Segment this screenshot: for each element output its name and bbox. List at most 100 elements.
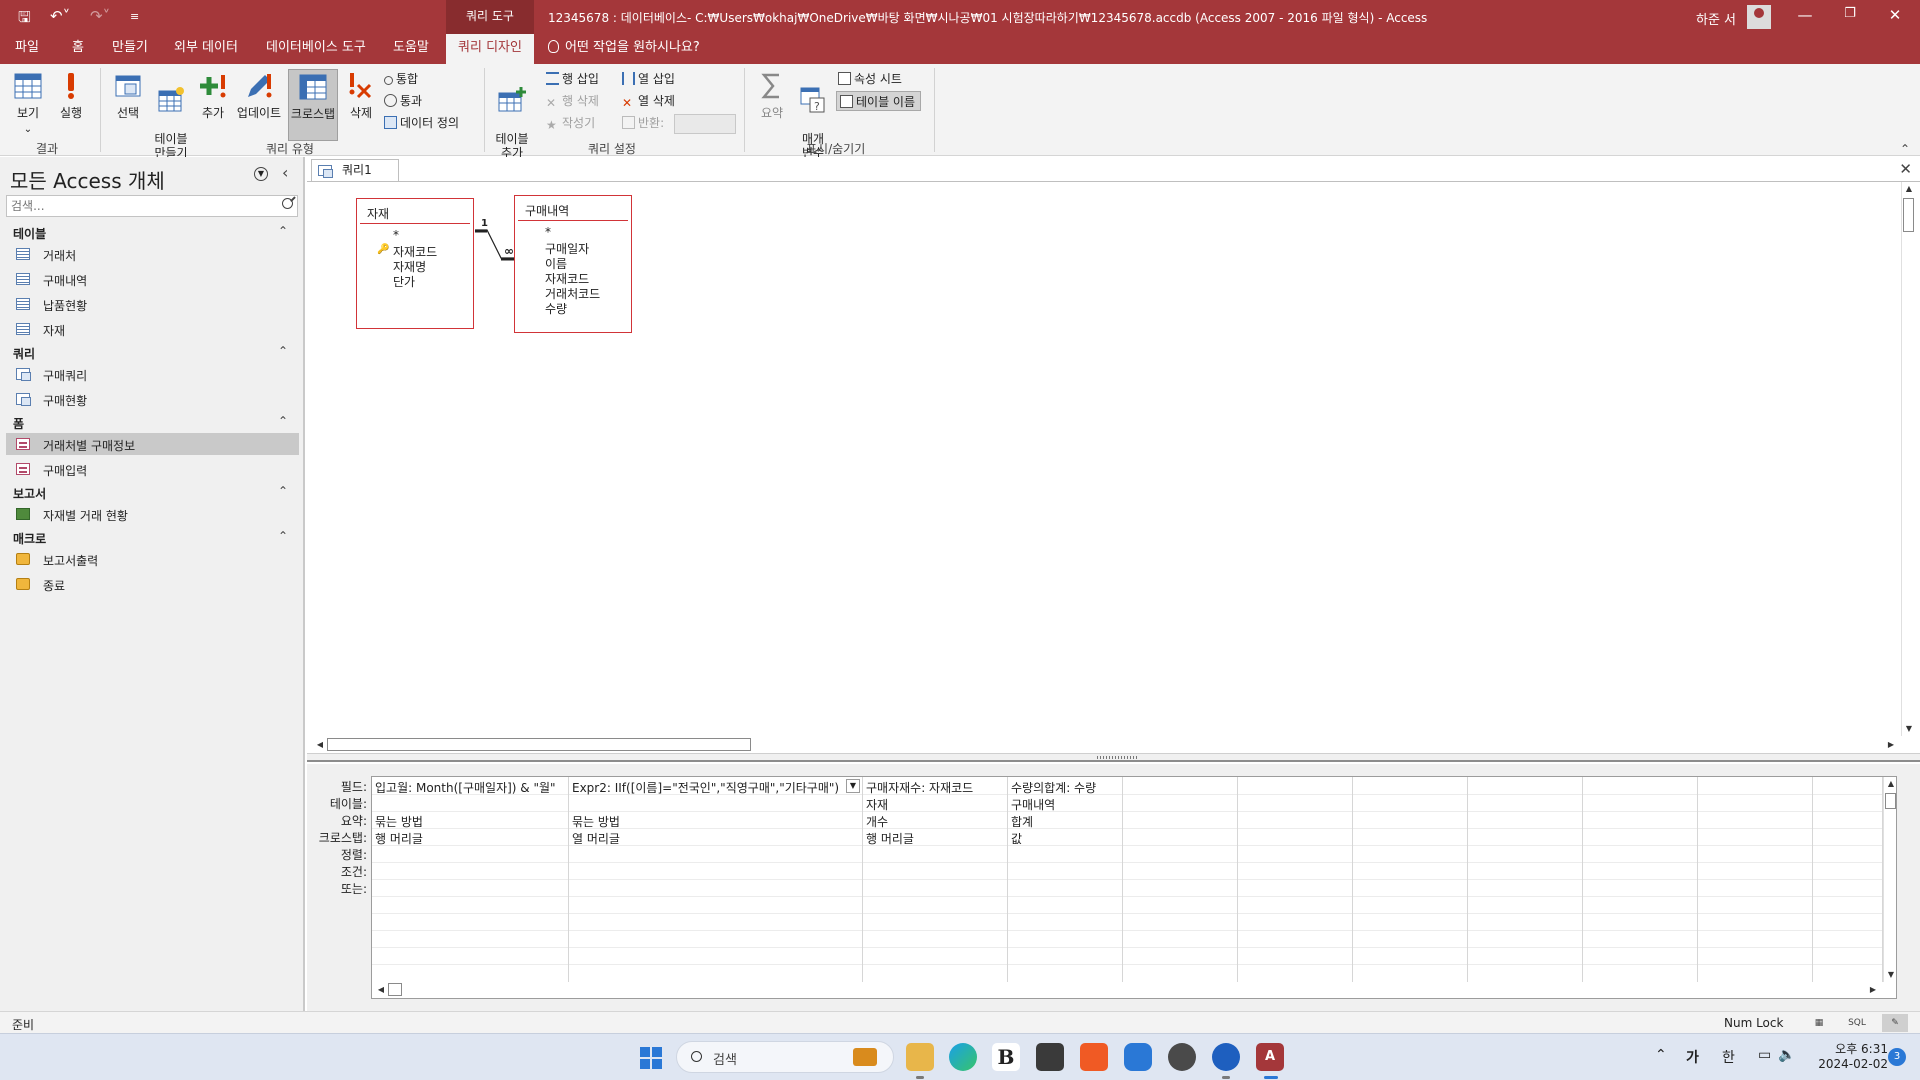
scroll-left-arrow-icon[interactable]: ◀: [374, 983, 388, 997]
tab-create[interactable]: 만들기: [102, 34, 158, 64]
sql-view-button[interactable]: SQL: [1844, 1014, 1870, 1032]
field-list-item[interactable]: 단가: [393, 273, 415, 290]
scroll-thumb[interactable]: [327, 738, 751, 751]
save-icon[interactable]: 🖫: [18, 7, 31, 32]
volume-icon[interactable]: 🔈: [1778, 1047, 1795, 1063]
collapse-ribbon-icon[interactable]: ⌃: [1900, 142, 1910, 156]
nav-pane-title[interactable]: 모든 Access 개체: [10, 165, 165, 194]
grid-cell-crosstab[interactable]: 값: [1011, 830, 1121, 847]
field-list-purchases[interactable]: 구매내역 * 구매일자 이름 자재코드 거래처코드 수량: [514, 195, 632, 333]
nav-item-table[interactable]: 자재: [6, 318, 299, 340]
customize-quick-access-icon[interactable]: ≡: [130, 10, 139, 23]
network-icon[interactable]: ▭: [1758, 1047, 1771, 1063]
grid-cell-crosstab[interactable]: 행 머리글: [866, 830, 1006, 847]
table-pane[interactable]: 자재 * 🔑 자재코드 자재명 단가 1 ∞ 구매내역 * 구매일자 이름 자재…: [311, 182, 1916, 753]
grid-cell-field[interactable]: 수량의합계: 수량: [1011, 779, 1121, 796]
nav-item-form[interactable]: 구매입력: [6, 458, 299, 480]
scroll-up-arrow-icon[interactable]: ▲: [1884, 777, 1896, 791]
show-hidden-icons-chevron-icon[interactable]: ⌃: [1655, 1047, 1667, 1063]
field-list-item[interactable]: *: [393, 228, 399, 242]
file-explorer-icon[interactable]: [906, 1043, 934, 1079]
chat-app-icon[interactable]: [1212, 1043, 1240, 1079]
design-grid[interactable]: 입고월: Month([구매일자]) & "월" 묶는 방법 행 머리글 Exp…: [371, 776, 1897, 999]
tab-query-design[interactable]: 쿼리 디자인: [446, 34, 534, 64]
nav-item-form[interactable]: 거래처별 구매정보: [6, 433, 299, 455]
taskbar-clock-date[interactable]: 2024-02-02: [1810, 1057, 1888, 1071]
avatar[interactable]: [1747, 5, 1771, 29]
redo-icon[interactable]: ↷˅: [90, 7, 110, 25]
grid-column[interactable]: [372, 777, 569, 982]
nav-item-table[interactable]: 납품현황: [6, 293, 299, 315]
scroll-thumb[interactable]: [1903, 198, 1914, 232]
grid-column[interactable]: [1468, 777, 1583, 982]
design-view-icon[interactable]: ✎: [1882, 1014, 1908, 1032]
data-definition-button[interactable]: 데이터 정의: [384, 113, 459, 133]
datasheet-view-icon[interactable]: ▦: [1806, 1014, 1832, 1032]
nav-group-macros[interactable]: 매크로 ⌃: [0, 528, 300, 548]
clock-app-icon[interactable]: [1168, 1043, 1196, 1071]
append-button[interactable]: 추가: [196, 69, 230, 141]
bing-b-icon[interactable]: B: [992, 1043, 1020, 1071]
grid-cell-total[interactable]: 묶는 방법: [572, 813, 842, 830]
splitter-grip[interactable]: [1097, 756, 1137, 759]
field-list-title[interactable]: 구매내역: [525, 202, 569, 219]
shield-app-icon[interactable]: [1124, 1043, 1152, 1071]
nav-group-forms[interactable]: 폼 ⌃: [0, 413, 300, 433]
tab-home[interactable]: 홈: [62, 34, 94, 64]
tab-external-data[interactable]: 외부 데이터: [164, 34, 248, 64]
tab-help[interactable]: 도움말: [383, 34, 439, 64]
grid-column[interactable]: [1583, 777, 1698, 982]
grid-cell-field[interactable]: 입고월: Month([구매일자]) & "월": [375, 779, 567, 796]
undo-icon[interactable]: ↶˅: [50, 7, 70, 25]
ime-language-indicator[interactable]: 한: [1722, 1047, 1735, 1067]
nav-item-table[interactable]: 구매내역: [6, 268, 299, 290]
nav-item-query[interactable]: 구매쿼리: [6, 363, 299, 385]
grid-column[interactable]: [1813, 777, 1883, 982]
delete-rows-button[interactable]: ✕ 행 삭제: [546, 91, 599, 111]
grid-column[interactable]: [569, 777, 863, 982]
scroll-up-arrow-icon[interactable]: ▲: [1902, 182, 1916, 196]
field-list-item[interactable]: 수량: [545, 300, 567, 317]
view-button[interactable]: 보기 ⌄: [10, 69, 46, 141]
builder-button[interactable]: ★ 작성기: [546, 113, 595, 133]
return-combo[interactable]: [674, 114, 736, 134]
make-table-button[interactable]: 테이블 만들기: [150, 69, 192, 160]
nav-item-report[interactable]: 자재별 거래 현황: [6, 503, 299, 525]
grid-cell-table[interactable]: 자재: [866, 796, 1006, 813]
scroll-down-arrow-icon[interactable]: ▼: [1884, 968, 1896, 982]
table-names-button[interactable]: 테이블 이름: [836, 91, 922, 111]
shutter-bar-close-icon[interactable]: ‹: [282, 163, 288, 182]
scroll-right-arrow-icon[interactable]: ▶: [1866, 983, 1880, 997]
parameters-button[interactable]: ? 매개 변수: [796, 69, 830, 160]
restore-icon[interactable]: ❐: [1835, 6, 1865, 21]
grid-column[interactable]: [1698, 777, 1813, 982]
store-bag-icon[interactable]: [1080, 1043, 1108, 1071]
grid-cell-total[interactable]: 개수: [866, 813, 1006, 830]
grid-vertical-scrollbar[interactable]: ▲ ▼: [1883, 777, 1896, 982]
nav-search-input[interactable]: [6, 195, 298, 217]
edge-browser-icon[interactable]: [949, 1043, 977, 1071]
taskbar-search-box[interactable]: 검색: [676, 1041, 894, 1073]
grid-cell-crosstab[interactable]: 열 머리글: [572, 830, 842, 847]
nav-group-reports[interactable]: 보고서 ⌃: [0, 483, 300, 503]
grid-cell-field[interactable]: 구매자재수: 자재코드: [866, 779, 1006, 796]
update-button[interactable]: 업데이트: [234, 69, 284, 141]
nav-item-macro[interactable]: 보고서출력: [6, 548, 299, 570]
grid-cell-total[interactable]: 묶는 방법: [375, 813, 567, 830]
run-button[interactable]: 실행: [54, 69, 88, 141]
grid-column[interactable]: [1353, 777, 1468, 982]
nav-item-query[interactable]: 구매현황: [6, 388, 299, 410]
grid-horizontal-scrollbar[interactable]: ◀ ▶: [372, 982, 1883, 998]
tell-me-search[interactable]: 어떤 작업을 원하시나요?: [548, 34, 700, 64]
add-tables-button[interactable]: 테이블 추가: [490, 69, 534, 160]
tab-database-tools[interactable]: 데이터베이스 도구: [256, 34, 376, 64]
grid-column[interactable]: [1238, 777, 1353, 982]
search-icon[interactable]: [282, 198, 293, 209]
app-tile-icon[interactable]: [1036, 1043, 1064, 1071]
property-sheet-button[interactable]: 속성 시트: [838, 69, 902, 89]
scroll-left-arrow-icon[interactable]: ◀: [313, 738, 327, 752]
ime-mode-indicator[interactable]: 가: [1686, 1047, 1699, 1067]
tab-query1[interactable]: 쿼리1: [311, 159, 399, 181]
nav-group-queries[interactable]: 쿼리 ⌃: [0, 343, 300, 363]
close-document-icon[interactable]: ✕: [1899, 160, 1912, 178]
